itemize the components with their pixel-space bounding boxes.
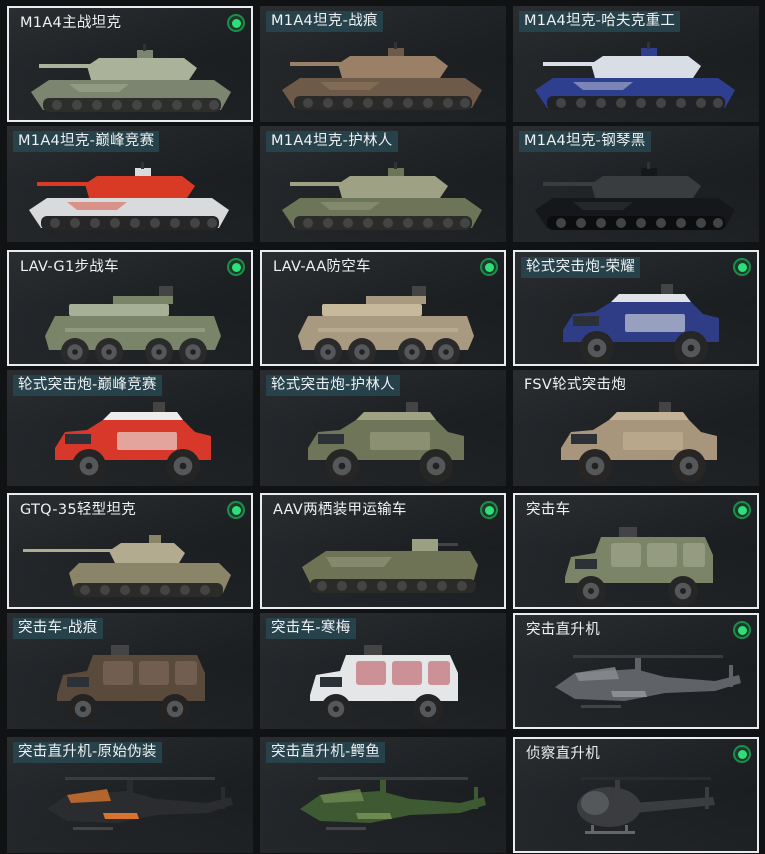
vehicle-card-tujiche[interactable]: 突击车 — [513, 493, 759, 609]
vehicle-card-m1a4-hulinren[interactable]: M1A4坦克-护林人 — [260, 126, 506, 242]
vehicle-name: 突击直升机-鳄鱼 — [266, 742, 386, 763]
vehicle-card-fsv[interactable]: FSV轮式突击炮 — [513, 370, 759, 486]
vehicle-name: M1A4坦克-哈夫克重工 — [519, 11, 681, 32]
vehicle-name: M1A4坦克-战痕 — [266, 11, 383, 32]
vehicle-card-lav-aa[interactable]: LAV-AA防空车 — [260, 250, 506, 366]
vehicle-card-gtq-35[interactable]: GTQ-35轻型坦克 — [7, 493, 253, 609]
equipped-status-icon — [733, 745, 751, 763]
vehicle-card-lav-g1[interactable]: LAV-G1步战车 — [7, 250, 253, 366]
vehicle-name: 轮式突击炮-护林人 — [266, 375, 400, 396]
vehicle-name: 突击车-寒梅 — [266, 618, 356, 639]
vehicle-card-lunshi-hulinren[interactable]: 轮式突击炮-护林人 — [260, 370, 506, 486]
vehicle-card-zhencha-zhishengji[interactable]: 侦察直升机 — [513, 737, 759, 853]
equipped-status-icon — [733, 258, 751, 276]
vehicle-card-aav[interactable]: AAV两栖装甲运输车 — [260, 493, 506, 609]
vehicle-card-tujiche-zhanhen[interactable]: 突击车-战痕 — [7, 613, 253, 729]
vehicle-grid: M1A4主战坦克 M1A4坦克-战痕 M1A4坦克-哈夫克重工 M1A4坦克-巅… — [0, 0, 765, 854]
equipped-status-icon — [733, 501, 751, 519]
vehicle-name: LAV-AA防空车 — [273, 259, 371, 275]
vehicle-name: FSV轮式突击炮 — [524, 377, 627, 393]
vehicle-name: 轮式突击炮-荣耀 — [521, 257, 641, 278]
vehicle-name: LAV-G1步战车 — [20, 259, 119, 275]
vehicle-name: GTQ-35轻型坦克 — [20, 502, 137, 518]
equipped-status-icon — [227, 501, 245, 519]
vehicle-card-tujiche-hanmei[interactable]: 突击车-寒梅 — [260, 613, 506, 729]
vehicle-card-tuji-zsj-eyu[interactable]: 突击直升机-鳄鱼 — [260, 737, 506, 853]
vehicle-card-tuji-zsj-yuanshi[interactable]: 突击直升机-原始伪装 — [7, 737, 253, 853]
equipped-status-icon — [480, 258, 498, 276]
vehicle-card-lunshi-rongyao[interactable]: 轮式突击炮-荣耀 — [513, 250, 759, 366]
vehicle-name: M1A4坦克-护林人 — [266, 131, 398, 152]
vehicle-name: 轮式突击炮-巅峰竞赛 — [13, 375, 162, 396]
equipped-status-icon — [480, 501, 498, 519]
vehicle-name: 侦察直升机 — [526, 746, 600, 762]
vehicle-card-tuji-zhishengji[interactable]: 突击直升机 — [513, 613, 759, 729]
vehicle-name: 突击直升机-原始伪装 — [13, 742, 162, 763]
vehicle-name: M1A4坦克-巅峰竞赛 — [13, 131, 160, 152]
equipped-status-icon — [227, 14, 245, 32]
vehicle-card-m1a4-dianfeng[interactable]: M1A4坦克-巅峰竞赛 — [7, 126, 253, 242]
vehicle-name: 突击直升机 — [526, 622, 600, 638]
equipped-status-icon — [227, 258, 245, 276]
vehicle-name: 突击车-战痕 — [13, 618, 103, 639]
vehicle-name: M1A4主战坦克 — [20, 15, 122, 31]
vehicle-card-m1a4-hafuke[interactable]: M1A4坦克-哈夫克重工 — [513, 6, 759, 122]
vehicle-card-m1a4[interactable]: M1A4主战坦克 — [7, 6, 253, 122]
vehicle-card-m1a4-zhanhen[interactable]: M1A4坦克-战痕 — [260, 6, 506, 122]
equipped-status-icon — [733, 621, 751, 639]
vehicle-card-lunshi-dianfeng[interactable]: 轮式突击炮-巅峰竞赛 — [7, 370, 253, 486]
vehicle-name: M1A4坦克-钢琴黑 — [519, 131, 651, 152]
vehicle-name: AAV两栖装甲运输车 — [273, 502, 407, 518]
vehicle-card-m1a4-gangqinhei[interactable]: M1A4坦克-钢琴黑 — [513, 126, 759, 242]
vehicle-name: 突击车 — [526, 502, 571, 518]
